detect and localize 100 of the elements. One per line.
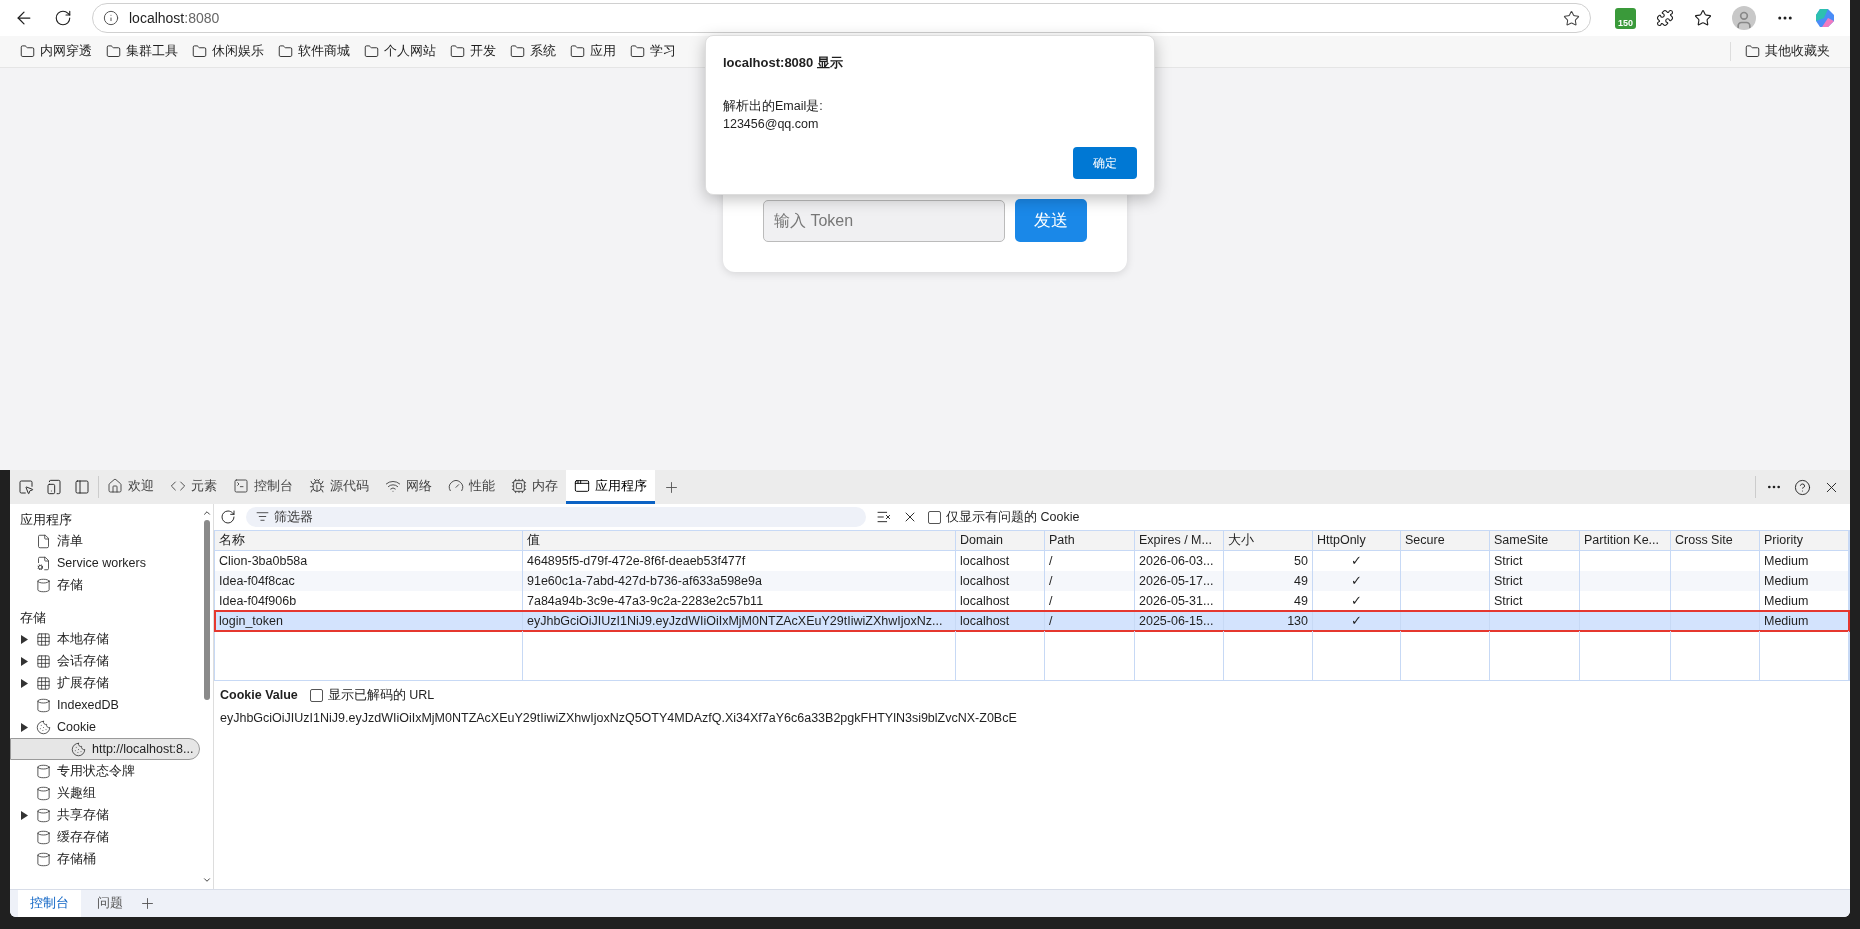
expand-arrow-icon[interactable] [20,656,28,666]
table-cell-text: 7a84a94b-3c9e-47a3-9c2a-2283e2c57b11 [527,592,764,610]
expand-arrow-icon[interactable] [20,722,28,732]
ok-button[interactable]: 确定 [1073,146,1137,179]
bookmark-item[interactable]: 软件商城 [278,42,350,61]
devtools-tab[interactable]: 控制台 [225,470,301,504]
sidebar-item[interactable]: 存储 [10,574,200,596]
sidebar-item[interactable]: 本地存储 [10,628,200,650]
expand-arrow-icon[interactable] [20,678,28,688]
table-cell-text: / [1049,572,1053,590]
devtools-tab[interactable]: 元素 [162,470,225,504]
sidebar-item[interactable]: 兴趣组 [10,782,200,804]
favorites-icon[interactable] [1694,9,1712,27]
database-icon [36,829,51,845]
file-icon [36,533,51,549]
column-header[interactable]: Secure [1401,531,1490,550]
column-header[interactable]: Expires / M... [1135,531,1224,550]
devtools-tab[interactable]: 欢迎 [99,470,162,504]
sidebar-heading: 应用程序 [19,511,73,529]
bookmark-item[interactable]: 应用 [570,42,616,61]
dock-icon[interactable] [74,479,90,495]
devtools-tab[interactable]: 源代码 [301,470,377,504]
table-cell-text: / [1049,612,1053,630]
sidebar-item[interactable]: Service workers [10,552,200,574]
table-cell-text: Medium [1764,592,1809,610]
sidebar-item[interactable]: 会话存储 [10,650,200,672]
bookmark-item[interactable]: 休闲娱乐 [192,42,264,61]
sidebar-item[interactable]: http://localhost:8... [10,738,200,760]
scrollbar-thumb[interactable] [203,520,210,700]
database-icon [36,851,51,867]
table-cell-text: 2026-06-03... [1139,552,1214,570]
send-button[interactable]: 发送 [1015,199,1087,242]
sidebar-item[interactable]: Cookie [10,716,200,738]
table-row[interactable]: Idea-f04f8cac 91e60c1a-7abd-427d-b736-af633a598e9a localhost / 2026-05-17... 49 ✓ Strict Medium [215,571,1849,591]
extension-badge[interactable]: 150 [1614,7,1636,29]
copilot-icon[interactable] [1814,7,1836,29]
profile-avatar[interactable] [1732,6,1756,30]
reload-icon[interactable] [54,9,72,27]
extensions-icon[interactable] [1656,9,1674,27]
bookmark-item[interactable]: 个人网站 [364,42,436,61]
table-cell-text: localhost [960,612,1010,630]
clear-all-icon[interactable] [876,509,892,525]
devtools-tab[interactable]: 网络 [377,470,440,504]
token-input[interactable]: 输入 Token [763,200,1005,242]
table-cell-text: Clion-3ba0b58a [219,552,308,570]
sidebar-item[interactable]: 缓存存储 [10,826,200,848]
table-cell-text: 2025-06-15... [1139,612,1214,630]
column-header[interactable]: SameSite [1490,531,1580,550]
devtools-tab[interactable]: 内存 [503,470,566,504]
other-bookmarks[interactable]: 其他收藏夹 [1730,42,1830,61]
sidebar-item[interactable]: 扩展存储 [10,672,200,694]
sidebar-item[interactable]: 专用状态令牌 [10,760,200,782]
devtools-tab[interactable]: 性能 [440,470,503,504]
drawer-tab[interactable]: 问题 [85,890,135,917]
table-row[interactable]: Idea-f04f906b 7a84a94b-3c9e-47a3-9c2a-2283e2c57b11 localhost / 2026-05-31... 49 ✓ Strict Medium [215,591,1849,611]
add-tab-icon[interactable] [139,895,156,912]
bookmark-item[interactable]: 集群工具 [106,42,178,61]
column-header[interactable]: Cross Site [1671,531,1760,550]
table-cell-text: ✓ [1351,572,1362,590]
table-cell-text: 130 [1287,612,1308,630]
column-header[interactable]: HttpOnly [1313,531,1401,550]
expand-arrow-icon[interactable] [20,634,28,644]
inspect-icon[interactable] [18,479,34,495]
favorite-star-icon[interactable] [1562,9,1580,27]
sidebar-heading: 存储 [19,609,47,627]
devtools-tab[interactable]: 应用程序 [566,470,655,504]
table-cell-text: Strict [1494,572,1523,590]
column-header[interactable]: Partition Ke... [1580,531,1671,550]
column-header[interactable]: 名称 [215,531,523,550]
sidebar-item[interactable]: 存储桶 [10,848,200,870]
device-icon[interactable] [46,479,62,495]
expand-arrow-icon[interactable] [20,810,28,820]
table-cell-text: 464895f5-d79f-472e-8f6f-deaeb53f477f [527,552,746,570]
scroll-up-icon[interactable] [201,508,212,518]
tab-console-icon [233,477,249,494]
scroll-down-icon[interactable] [201,875,212,885]
column-header[interactable]: Domain [956,531,1045,550]
sidebar-item[interactable]: 共享存储 [10,804,200,826]
column-header[interactable]: Priority [1760,531,1849,550]
drawer-tab[interactable]: 控制台 [18,890,81,917]
bookmark-item[interactable]: 系统 [510,42,556,61]
help-icon[interactable] [1794,478,1811,496]
checkbox[interactable] [309,688,323,702]
bookmark-item[interactable]: 内网穿透 [20,42,92,61]
checkbox[interactable] [928,510,941,524]
table-row[interactable]: login_token eyJhbGciOiJIUzI1NiJ9.eyJzdWIiOiIxMjM0NTZAcXEuY29tIiwiZXhwIjoxNz... localhost / 2025-06-15... 130 ✓ Medium [215,611,1849,631]
filter-field[interactable]: 筛选器 [246,507,866,527]
folder-icon [278,44,293,59]
column-header[interactable]: Path [1045,531,1135,550]
bookmark-item[interactable]: 学习 [630,42,676,61]
sidebar-item[interactable]: 清单 [10,530,200,552]
column-header[interactable]: 大小 [1224,531,1313,550]
table-cell-text: Idea-f04f8cac [219,572,295,590]
bookmark-item[interactable]: 开发 [450,42,496,61]
table-cell-text: localhost [960,572,1010,590]
folder-icon [192,44,207,59]
database-icon [36,785,51,801]
column-header[interactable]: 值 [523,531,956,550]
sidebar-item[interactable]: IndexedDB [10,694,200,716]
refresh-icon[interactable] [220,509,236,525]
